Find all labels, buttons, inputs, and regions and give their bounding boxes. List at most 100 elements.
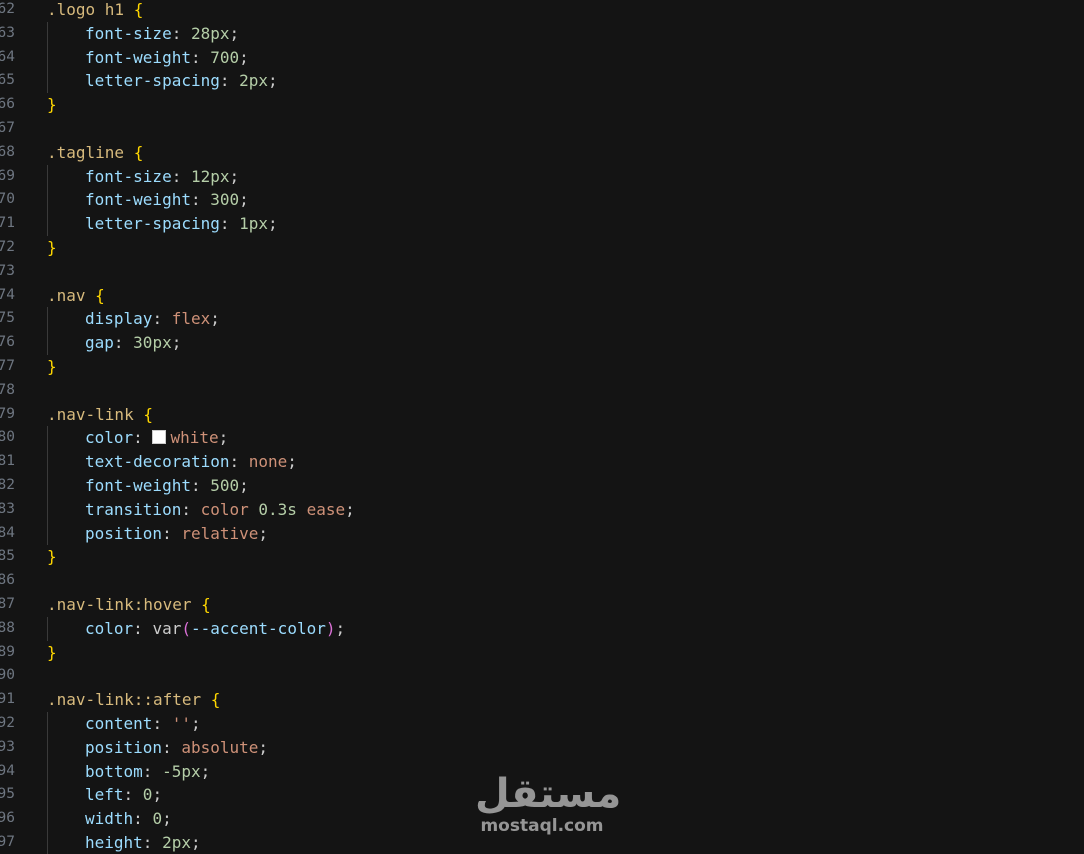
line-number: 97	[0, 834, 15, 850]
code-token: .nav-link	[47, 404, 144, 424]
code-token: letter-spacing	[85, 214, 220, 234]
code-token: .nav-link::after	[47, 690, 211, 710]
code-token: 2px	[239, 71, 269, 91]
code-token: :	[162, 523, 182, 543]
line-number: 82	[0, 477, 15, 493]
line-code: position: relative;	[85, 522, 268, 546]
code-token: :	[142, 833, 163, 852]
code-token: 500	[210, 476, 240, 495]
code-token: ;	[190, 714, 201, 733]
code-token: :	[113, 333, 134, 353]
code-token: :	[219, 214, 240, 234]
line-number: 83	[0, 500, 15, 517]
line-code: font-weight: 500;	[85, 474, 249, 498]
code-token: :	[133, 809, 153, 829]
code-token: color	[85, 618, 134, 638]
code-token: :	[152, 309, 172, 329]
code-token: none	[248, 452, 288, 472]
line-code: .nav-link:hover {	[47, 593, 211, 617]
code-token: {	[210, 690, 221, 710]
line-code: font-weight: 700;	[85, 46, 249, 70]
code-token: ;	[268, 214, 278, 234]
code-token: font-weight	[85, 476, 191, 495]
indent-guide	[47, 21, 48, 94]
code-token: 2px	[162, 833, 191, 852]
code-token: :	[229, 452, 249, 472]
code-token: :	[152, 714, 172, 733]
code-token: 30px	[133, 333, 172, 353]
color-swatch[interactable]	[152, 430, 167, 445]
line-code: .nav-link::after {	[47, 688, 220, 712]
code-token: ;	[229, 166, 240, 186]
code-token: font-size	[85, 23, 172, 43]
line-number: 65	[0, 72, 15, 89]
indent-guide	[47, 307, 48, 355]
line-code: height: 2px;	[85, 831, 201, 854]
code-token: 0	[152, 809, 163, 829]
code-token: 28px	[190, 23, 230, 43]
line-code: .nav-link {	[47, 403, 153, 427]
code-token: ;	[287, 452, 297, 472]
line-number: 80	[0, 429, 15, 446]
line-code: font-size: 28px;	[85, 22, 239, 46]
code-token: }	[47, 547, 57, 567]
code-token: ;	[229, 23, 240, 43]
code-token: :	[181, 499, 201, 519]
code-token: gap	[85, 333, 114, 353]
line-number: 89	[0, 643, 15, 660]
code-token: letter-spacing	[85, 71, 220, 91]
line-number: 63	[0, 24, 15, 41]
code-token: 0	[142, 785, 153, 805]
line-number: 76	[0, 334, 15, 351]
line-number: 71	[0, 215, 15, 232]
line-code: .logo h1 {	[47, 0, 143, 22]
code-token: {	[133, 0, 144, 19]
code-token: ;	[200, 761, 211, 781]
indent-guide	[47, 616, 48, 641]
code-token: ;	[162, 809, 172, 829]
code-token: display	[85, 309, 153, 329]
code-token: : var	[133, 618, 182, 638]
code-token: ;	[239, 190, 249, 210]
code-editor[interactable]: 62 .logo h1 {63 font-size: 28px; 64 font-wei…	[0, 0, 1084, 854]
code-token: font-weight	[85, 47, 191, 67]
line-number: 88	[0, 619, 15, 636]
code-token: :	[123, 785, 143, 805]
line-number: 78	[0, 381, 15, 398]
code-token: .nav	[47, 285, 96, 305]
code-token: text-decoration	[85, 452, 230, 472]
line-number: 68	[0, 143, 15, 160]
line-number: 72	[0, 239, 15, 255]
code-token: left	[85, 785, 124, 805]
code-token: ;	[239, 47, 249, 67]
code-token: transition	[85, 499, 182, 519]
indent-guide	[47, 712, 48, 854]
line-code: letter-spacing: 1px;	[85, 212, 278, 236]
line-code: text-decoration: none;	[85, 450, 297, 474]
code-token: white	[170, 428, 219, 448]
code-token: :	[171, 23, 191, 43]
code-token: ;	[335, 618, 346, 638]
line-number: 70	[0, 191, 15, 208]
line-number: 75	[0, 310, 15, 327]
code-token: :	[190, 47, 211, 67]
line-number: 86	[0, 572, 15, 589]
line-number: 81	[0, 453, 15, 470]
code-token: :	[133, 428, 153, 448]
code-token: :	[219, 71, 240, 91]
code-token: ;	[345, 499, 355, 519]
code-token: :	[142, 761, 163, 781]
code-token: bottom	[85, 761, 143, 781]
code-token: font-weight	[85, 190, 191, 210]
code-token: color	[85, 428, 134, 448]
line-number: 84	[0, 524, 15, 541]
line-code: content: '';	[85, 712, 201, 736]
line-number: 85	[0, 548, 15, 565]
code-token: ;	[171, 333, 182, 353]
code-token: (	[181, 618, 191, 638]
line-number: 66	[0, 96, 15, 113]
code-token: }	[47, 357, 57, 376]
code-token: ;	[210, 309, 220, 329]
